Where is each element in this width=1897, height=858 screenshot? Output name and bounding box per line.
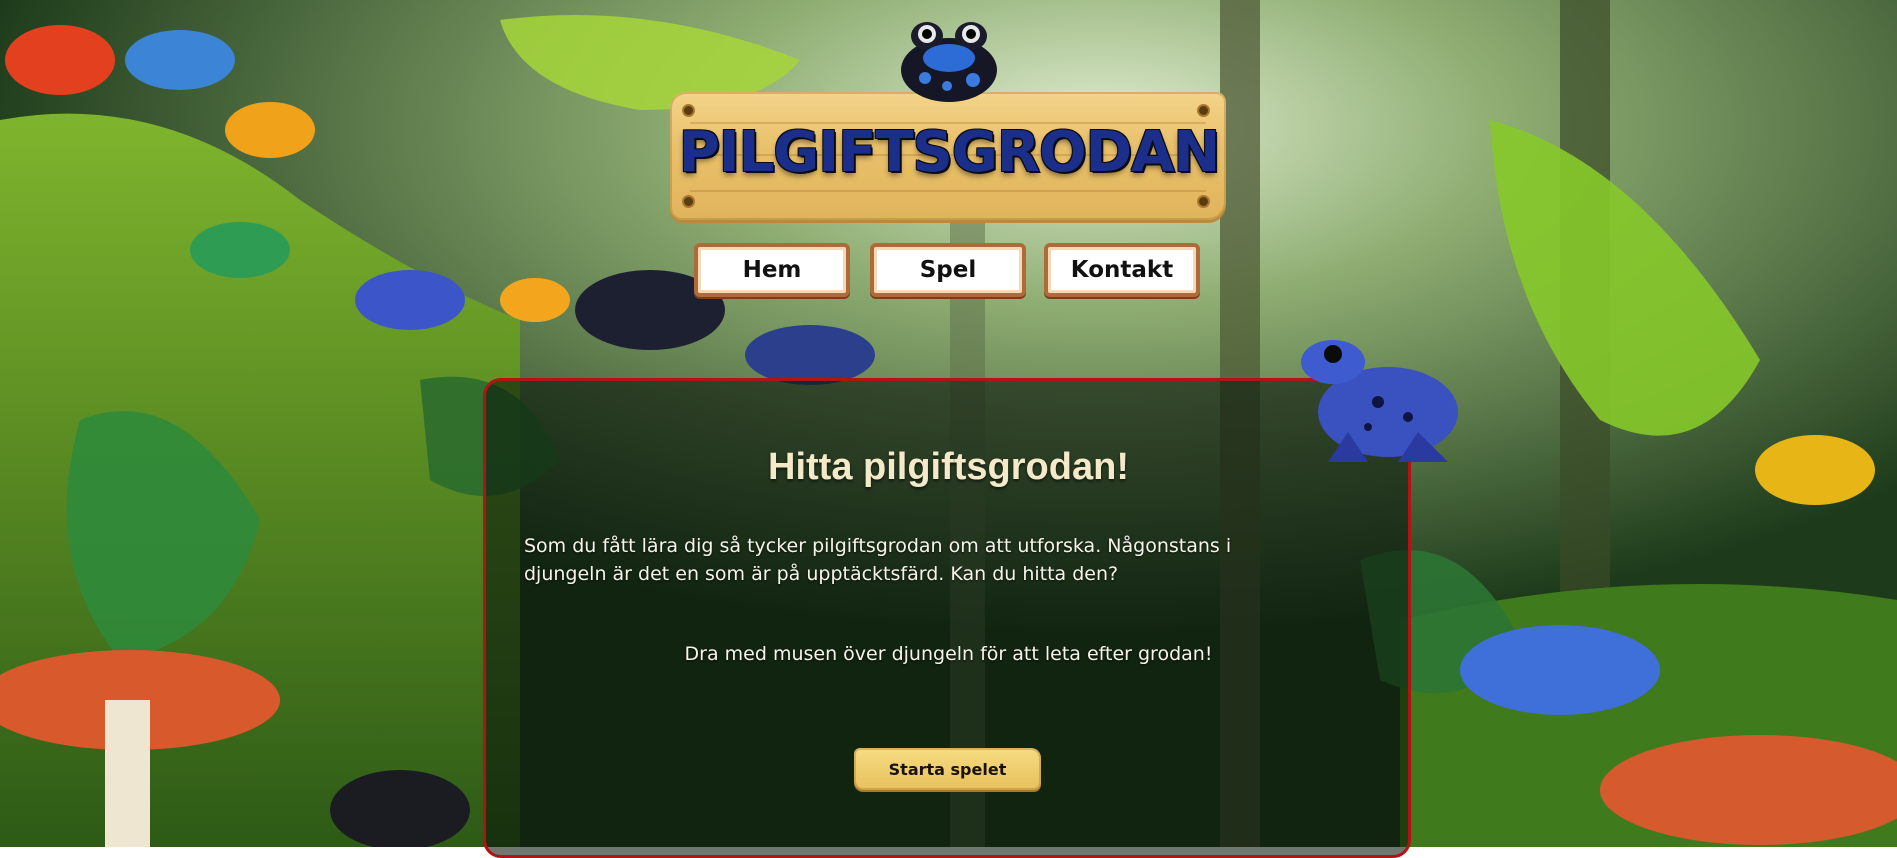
panel-instruction-text: Dra med musen över djungeln för att leta… [684,643,1213,665]
logo-title: PILGIFTSGRODAN [678,120,1221,185]
nav-item-spel[interactable]: Spel [870,243,1026,297]
start-game-button[interactable]: Starta spelet [854,748,1041,790]
nav-item-kontakt[interactable]: Kontakt [1044,243,1200,297]
nav-item-hem[interactable]: Hem [694,243,850,297]
main-nav: Hem Spel Kontakt [0,243,1897,303]
site-logo[interactable]: PILGIFTSGRODAN [669,0,1229,225]
panel-title: Hitta pilgiftsgrodan! [768,446,1129,488]
panel-intro-text: Som du fått lära dig så tycker pilgiftsg… [524,535,1232,585]
logo-frog-icon [901,22,997,102]
